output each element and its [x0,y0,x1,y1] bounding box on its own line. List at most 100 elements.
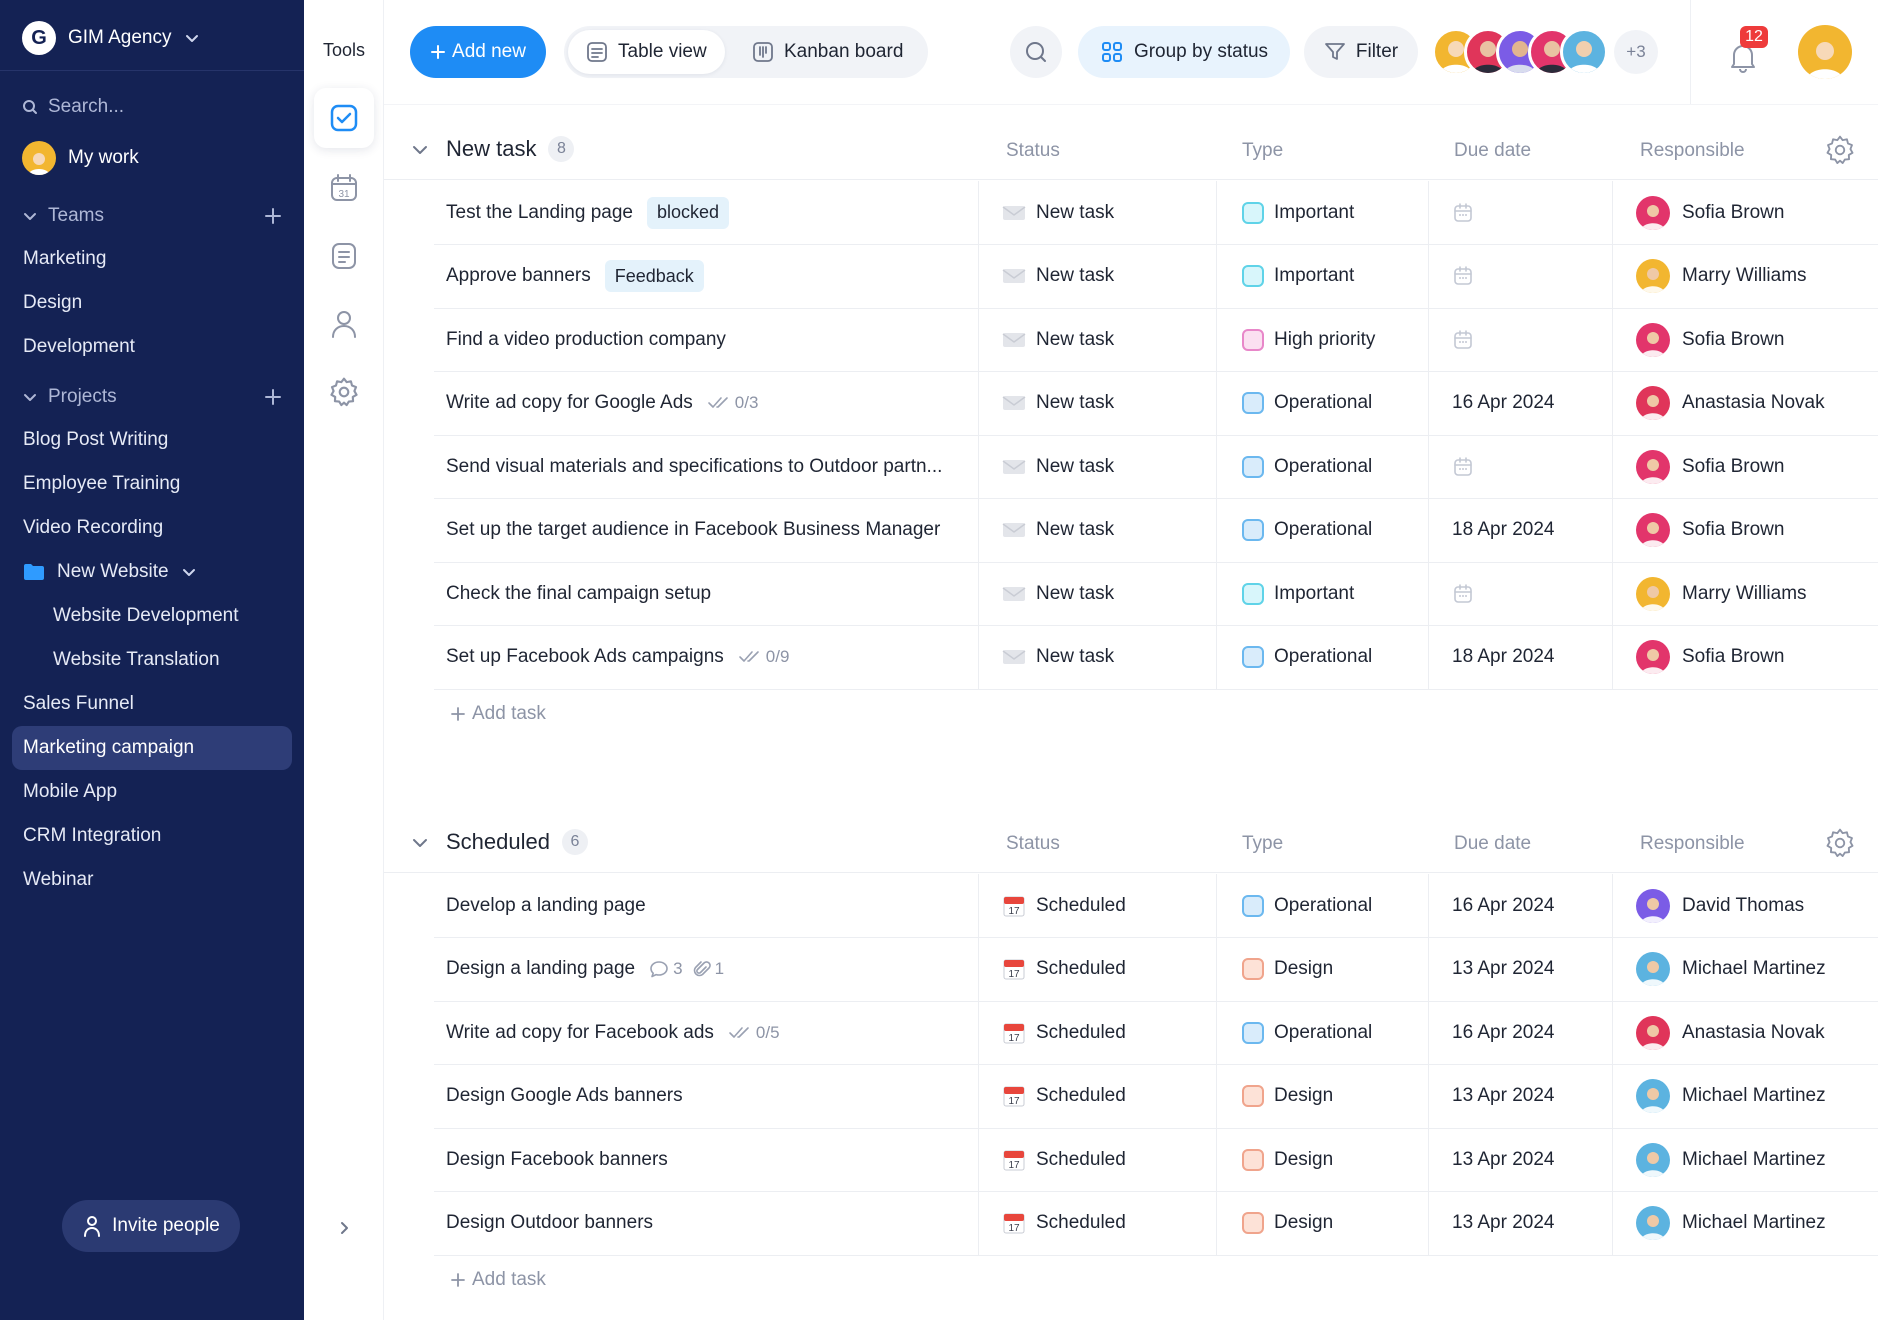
column-header-status[interactable]: Status [1006,140,1060,162]
current-user-avatar[interactable] [1798,25,1852,79]
type-cell[interactable]: Design [1242,1065,1333,1128]
status-cell[interactable]: 17 Scheduled [1002,1065,1126,1128]
table-row[interactable]: Approve banners Feedback New task Important… [384,244,1878,309]
table-row[interactable]: Test the Landing page blocked New task Impo… [384,181,1878,245]
task-name-cell[interactable]: Test the Landing page blocked [446,181,966,244]
empty-date-icon[interactable] [1452,265,1474,287]
project-item[interactable]: Sales Funnel [12,682,292,726]
tool-settings[interactable] [314,362,374,422]
task-tag[interactable]: Feedback [604,260,704,292]
responsible-cell[interactable]: Sofia Brown [1636,435,1784,498]
kanban-board-button[interactable]: Kanban board [734,30,921,74]
task-name-cell[interactable]: Set up the target audience in Facebook B… [446,499,966,562]
empty-date-icon[interactable] [1452,329,1474,351]
project-item[interactable]: Webinar [12,858,292,902]
my-work-link[interactable]: My work [22,140,139,176]
due-date-cell[interactable]: 18 Apr 2024 [1452,626,1554,689]
type-cell[interactable]: Operational [1242,435,1372,498]
due-date-cell[interactable]: 13 Apr 2024 [1452,938,1554,1001]
task-name-cell[interactable]: Write ad copy for Google Ads 0/3 [446,372,966,435]
task-tag[interactable]: blocked [647,196,730,229]
column-header-responsible[interactable]: Responsible [1640,833,1745,855]
table-row[interactable]: Send visual materials and specifications… [384,435,1878,499]
due-date-cell[interactable]: 16 Apr 2024 [1452,372,1554,435]
due-date-cell[interactable]: 16 Apr 2024 [1452,874,1554,937]
collapse-group-icon[interactable] [410,140,430,160]
column-settings-button[interactable] [1824,134,1856,171]
type-cell[interactable]: Design [1242,1192,1333,1255]
group-by-status-button[interactable]: Group by status [1078,26,1290,78]
type-cell[interactable]: Design [1242,938,1333,1001]
responsible-cell[interactable]: David Thomas [1636,874,1804,937]
responsible-cell[interactable]: Anastasia Novak [1636,372,1825,435]
projects-section-header[interactable]: Projects [22,382,282,412]
team-item[interactable]: Marketing [12,237,292,281]
due-date-cell[interactable] [1452,308,1474,371]
type-cell[interactable]: Important [1242,181,1354,244]
responsible-cell[interactable]: Marry Williams [1636,245,1807,308]
responsible-cell[interactable]: Marry Williams [1636,562,1807,625]
status-cell[interactable]: New task [1002,626,1114,689]
empty-date-icon[interactable] [1452,583,1474,605]
type-cell[interactable]: Operational [1242,874,1372,937]
table-row[interactable]: Write ad copy for Google Ads 0/3 New task O… [384,371,1878,436]
collapse-group-icon[interactable] [410,833,430,853]
type-cell[interactable]: Design [1242,1128,1333,1191]
due-date-cell[interactable] [1452,562,1474,625]
project-item[interactable]: Employee Training [12,462,292,506]
responsible-cell[interactable]: Sofia Brown [1636,181,1784,244]
type-cell[interactable]: Important [1242,245,1354,308]
project-item[interactable]: CRM Integration [12,814,292,858]
column-header-type[interactable]: Type [1242,833,1283,855]
responsible-cell[interactable]: Michael Martinez [1636,1192,1826,1255]
column-header-due[interactable]: Due date [1454,833,1531,855]
add-task-button[interactable]: Add task [450,703,546,725]
task-name-cell[interactable]: Design a landing page 3 1 [446,938,966,1001]
due-date-cell[interactable] [1452,245,1474,308]
tool-calendar[interactable]: 31 [314,158,374,218]
column-settings-icon[interactable] [1824,827,1856,859]
status-cell[interactable]: 17 Scheduled [1002,938,1126,1001]
type-cell[interactable]: Important [1242,562,1354,625]
table-row[interactable]: Check the final campaign setup New task Im… [384,562,1878,626]
type-cell[interactable]: Operational [1242,1001,1372,1064]
status-cell[interactable]: New task [1002,499,1114,562]
more-members-badge[interactable]: +3 [1614,30,1658,74]
status-cell[interactable]: New task [1002,181,1114,244]
status-cell[interactable]: 17 Scheduled [1002,1001,1126,1064]
status-cell[interactable]: New task [1002,372,1114,435]
group-toggle[interactable] [410,140,430,165]
responsible-cell[interactable]: Sofia Brown [1636,499,1784,562]
table-row[interactable]: Set up the target audience in Facebook B… [384,498,1878,563]
due-date-cell[interactable]: 13 Apr 2024 [1452,1128,1554,1191]
task-name-cell[interactable]: Send visual materials and specifications… [446,435,966,498]
task-name-cell[interactable]: Set up Facebook Ads campaigns 0/9 [446,626,966,689]
responsible-cell[interactable]: Michael Martinez [1636,1128,1826,1191]
team-item[interactable]: Development [12,325,292,369]
task-name-cell[interactable]: Write ad copy for Facebook ads 0/5 [446,1001,966,1064]
task-name-cell[interactable]: Design Google Ads banners [446,1065,966,1128]
project-item[interactable]: Mobile App [12,770,292,814]
table-row[interactable]: Design Facebook banners 17 Scheduled Design… [384,1128,1878,1192]
responsible-cell[interactable]: Sofia Brown [1636,626,1784,689]
empty-date-icon[interactable] [1452,456,1474,478]
type-cell[interactable]: Operational [1242,372,1372,435]
project-item[interactable]: Blog Post Writing [12,418,292,462]
responsible-cell[interactable]: Anastasia Novak [1636,1001,1825,1064]
due-date-cell[interactable]: 13 Apr 2024 [1452,1192,1554,1255]
column-header-type[interactable]: Type [1242,140,1283,162]
tool-notes[interactable] [314,226,374,286]
sidebar-search[interactable]: Search... [22,94,124,120]
due-date-cell[interactable]: 18 Apr 2024 [1452,499,1554,562]
team-item[interactable]: Design [12,281,292,325]
table-row[interactable]: Set up Facebook Ads campaigns 0/9 New task… [384,625,1878,690]
task-name-cell[interactable]: Design Facebook banners [446,1128,966,1191]
column-header-due[interactable]: Due date [1454,140,1531,162]
project-item[interactable]: Website Development [12,594,292,638]
filter-button[interactable]: Filter [1304,26,1418,78]
empty-date-icon[interactable] [1452,202,1474,224]
search-button[interactable] [1010,26,1062,78]
status-cell[interactable]: 17 Scheduled [1002,874,1126,937]
status-cell[interactable]: New task [1002,308,1114,371]
table-view-button[interactable]: Table view [568,30,725,74]
